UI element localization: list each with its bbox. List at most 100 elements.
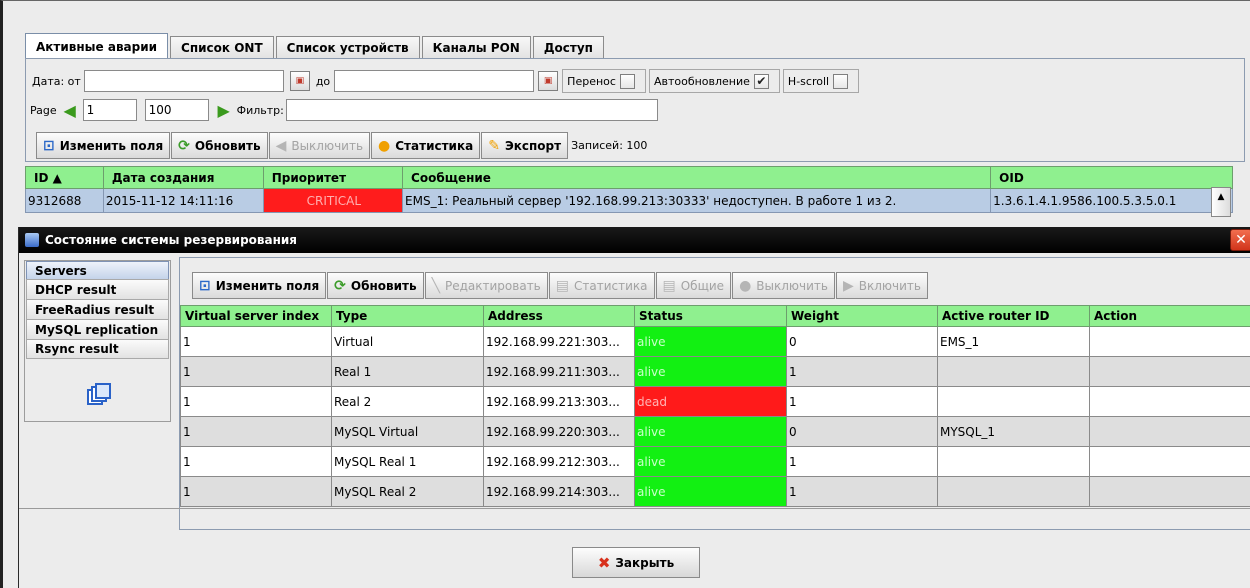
side-item-dhcp[interactable]: DHCP result: [26, 279, 169, 299]
edit-fields-button[interactable]: ⊡ Изменить поля: [192, 272, 327, 299]
edit-button[interactable]: ╲ Редактировать: [424, 272, 548, 299]
cell-status: alive: [634, 476, 787, 507]
date-row: Дата: от ▣ до ▣ Перенос Автообновление ✔…: [32, 69, 862, 93]
table-row[interactable]: 1 Virtual 192.168.99.221:303... alive 0 …: [180, 326, 1250, 357]
general-label: Общие: [680, 278, 725, 293]
refresh-icon: ⟳: [178, 137, 190, 154]
col-address[interactable]: Address: [483, 305, 635, 327]
col-message[interactable]: Сообщение: [402, 166, 992, 189]
date-from-label: Дата: от: [32, 74, 81, 88]
col-weight[interactable]: Weight: [786, 305, 938, 327]
close-button[interactable]: ✖ Закрыть: [572, 547, 700, 578]
cell-type: MySQL Virtual: [331, 416, 484, 447]
columns-icon: ⊡: [199, 277, 211, 294]
close-icon[interactable]: ✕: [1230, 229, 1250, 251]
col-type[interactable]: Type: [331, 305, 484, 327]
stats-button[interactable]: ● Статистика: [371, 132, 481, 159]
page-field[interactable]: 1: [82, 99, 137, 121]
cell-address: 192.168.99.214:303...: [483, 476, 635, 507]
cell-address: 192.168.99.221:303...: [483, 326, 635, 357]
col-priority[interactable]: Приоритет: [262, 166, 404, 189]
page-size-field[interactable]: 100: [144, 99, 209, 121]
table-row[interactable]: 1 MySQL Virtual 192.168.99.220:303... al…: [180, 416, 1250, 447]
calendar-from-icon[interactable]: ▣: [289, 71, 310, 91]
disable-button[interactable]: ◀ Выключить: [268, 132, 371, 159]
page-label: Page: [30, 103, 57, 117]
windows-stack-icon[interactable]: [87, 383, 111, 407]
cell-action[interactable]: [1089, 446, 1250, 477]
edit-fields-label: Изменить поля: [215, 278, 320, 293]
tab-pon-channels[interactable]: Каналы PON: [421, 36, 531, 59]
table-scroll-up-icon[interactable]: ▲: [1211, 187, 1231, 217]
edit-fields-button[interactable]: ⊡ Изменить поля: [36, 132, 171, 159]
side-item-freeradius[interactable]: FreeRadius result: [26, 299, 169, 319]
filter-label: Фильтр:: [236, 103, 284, 117]
cell-address: 192.168.99.220:303...: [483, 416, 635, 447]
table-row[interactable]: 1 Real 1 192.168.99.211:303... alive 1: [180, 356, 1250, 387]
cell-status: alive: [634, 446, 787, 477]
general-button[interactable]: ▤ Общие: [655, 272, 732, 299]
date-to-field[interactable]: [334, 70, 535, 92]
autoupdate-checkbox[interactable]: ✔: [753, 73, 769, 89]
cell-weight: 1: [786, 476, 938, 507]
cell-type: MySQL Real 2: [331, 476, 484, 507]
cell-address: 192.168.99.213:303...: [483, 386, 635, 417]
stats-button[interactable]: ▤ Статистика: [548, 272, 655, 299]
page-row: Page ◀ 1 100 ▶ Фильтр:: [30, 99, 658, 121]
col-created[interactable]: Дата создания: [102, 166, 264, 189]
col-id[interactable]: ID ▲: [25, 166, 104, 189]
close-x-icon: ✖: [597, 553, 611, 572]
refresh-label: Обновить: [350, 278, 417, 293]
cell-index: 1: [180, 476, 332, 507]
refresh-button[interactable]: ⟳ Обновить: [327, 272, 424, 299]
enable-button[interactable]: ▶ Включить: [835, 272, 928, 299]
cell-index: 1: [180, 446, 332, 477]
hscroll-checkbox[interactable]: [833, 73, 849, 89]
tab-device-list[interactable]: Список устройств: [275, 36, 420, 59]
cell-router-id: [937, 476, 1090, 507]
alarm-priority: CRITICAL: [262, 188, 404, 213]
side-nav: Servers DHCP result FreeRadius result My…: [24, 260, 171, 422]
filter-field[interactable]: [285, 99, 658, 121]
table-row[interactable]: 1 MySQL Real 1 192.168.99.212:303... ali…: [180, 446, 1250, 477]
col-virtual-server-index[interactable]: Virtual server index: [180, 305, 332, 327]
alarm-row[interactable]: 9312688 2015-11-12 14:11:16 CRITICAL EMS…: [25, 188, 1233, 213]
dialog-titlebar[interactable]: Состояние системы резервирования: [19, 227, 1250, 253]
hscroll-group: H-scroll: [782, 69, 860, 93]
export-button[interactable]: ✎ Экспорт: [481, 132, 569, 159]
alarm-oid: 1.3.6.1.4.1.9586.100.5.3.5.0.1: [990, 188, 1233, 213]
side-item-servers[interactable]: Servers: [26, 261, 169, 279]
tab-ont-list[interactable]: Список ONT: [170, 36, 274, 59]
cell-action[interactable]: [1089, 356, 1250, 387]
mute-icon: ◀: [275, 137, 287, 154]
col-status[interactable]: Status: [634, 305, 787, 327]
col-active-router-id[interactable]: Active router ID: [937, 305, 1090, 327]
tab-active-alarms[interactable]: Активные аварии: [25, 33, 169, 59]
side-item-mysql[interactable]: MySQL replication: [26, 319, 169, 339]
disable-button[interactable]: ● Выключить: [732, 272, 835, 299]
col-action[interactable]: Action: [1089, 305, 1250, 327]
table-row[interactable]: 1 Real 2 192.168.99.213:303... dead 1: [180, 386, 1250, 417]
prev-page-icon[interactable]: ◀: [59, 100, 81, 120]
col-oid[interactable]: OID: [990, 166, 1233, 189]
cell-action[interactable]: [1089, 476, 1250, 507]
refresh-button[interactable]: ⟳ Обновить: [171, 132, 268, 159]
side-item-rsync[interactable]: Rsync result: [26, 339, 169, 359]
cell-action[interactable]: [1089, 386, 1250, 417]
alarm-id: 9312688: [25, 188, 104, 213]
transfer-group: Перенос: [562, 69, 646, 93]
table-row[interactable]: 1 MySQL Real 2 192.168.99.214:303... ali…: [180, 476, 1250, 507]
cell-type: Virtual: [331, 326, 484, 357]
cell-action[interactable]: [1089, 326, 1250, 357]
cell-index: 1: [180, 356, 332, 387]
records-count: Записей: 100: [571, 139, 648, 152]
tab-access[interactable]: Доступ: [532, 36, 604, 59]
cell-router-id: MYSQL_1: [937, 416, 1090, 447]
edit-fields-label: Изменить поля: [59, 138, 164, 153]
cell-weight: 0: [786, 416, 938, 447]
cell-action[interactable]: [1089, 416, 1250, 447]
transfer-checkbox[interactable]: [619, 73, 635, 89]
calendar-to-icon[interactable]: ▣: [538, 71, 559, 91]
date-from-field[interactable]: [83, 70, 284, 92]
next-page-icon[interactable]: ▶: [213, 100, 235, 120]
